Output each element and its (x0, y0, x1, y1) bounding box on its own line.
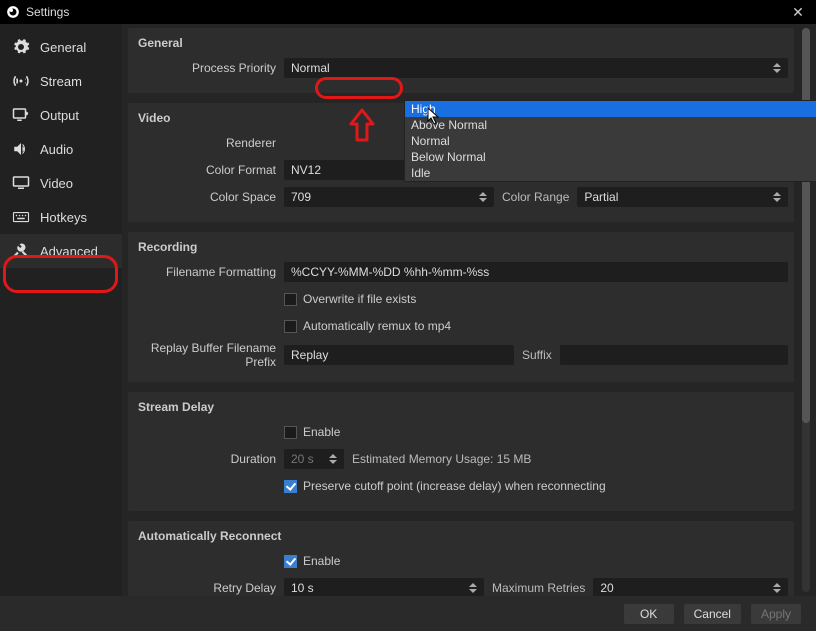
replay-prefix-label: Replay Buffer Filename Prefix (134, 341, 284, 369)
overwrite-checkbox[interactable] (284, 293, 297, 306)
reconnect-enable-label: Enable (303, 554, 340, 568)
input-value: %CCYY-%MM-%DD %hh-%mm-%ss (291, 265, 489, 279)
combo-value: Normal (291, 61, 330, 75)
obs-logo-icon (6, 5, 20, 19)
combo-value: Partial (584, 190, 618, 204)
dropdown-option-normal[interactable]: Normal (405, 133, 816, 149)
scrollbar-thumb[interactable] (802, 28, 810, 423)
process-priority-label: Process Priority (134, 61, 284, 75)
preserve-cutoff-checkbox[interactable] (284, 480, 297, 493)
window-title: Settings (26, 5, 69, 19)
close-icon[interactable]: ✕ (786, 4, 810, 21)
dropdown-option-below-normal[interactable]: Below Normal (405, 149, 816, 165)
retry-delay-label: Retry Delay (134, 581, 284, 595)
monitor-icon (10, 174, 32, 192)
remux-checkbox[interactable] (284, 320, 297, 333)
chevron-updown-icon (469, 579, 481, 596)
cancel-button[interactable]: Cancel (683, 603, 742, 625)
reconnect-enable-checkbox[interactable] (284, 555, 297, 568)
chevron-updown-icon (773, 188, 785, 206)
sidebar-item-label: Hotkeys (40, 210, 87, 225)
renderer-label: Renderer (134, 136, 284, 150)
filename-formatting-input[interactable]: %CCYY-%MM-%DD %hh-%mm-%ss (284, 262, 788, 282)
sidebar-item-label: Audio (40, 142, 73, 157)
stream-delay-enable-checkbox[interactable] (284, 426, 297, 439)
panel-title: Recording (134, 236, 788, 260)
retry-delay-spin[interactable]: 10 s (284, 578, 484, 596)
spin-value: 20 s (291, 452, 314, 466)
panel-title: Automatically Reconnect (134, 525, 788, 549)
panel-general: General Process Priority Normal (128, 28, 794, 93)
ok-button[interactable]: OK (623, 603, 675, 625)
max-retries-label: Maximum Retries (492, 581, 585, 595)
sidebar-item-hotkeys[interactable]: Hotkeys (0, 200, 122, 234)
memory-usage-label: Estimated Memory Usage: 15 MB (352, 452, 531, 466)
spin-value: 10 s (291, 581, 314, 595)
sidebar-item-advanced[interactable]: Advanced (0, 234, 122, 268)
color-range-combo[interactable]: Partial (577, 187, 788, 207)
sidebar-item-label: Video (40, 176, 73, 191)
input-value: Replay (291, 348, 328, 362)
chevron-updown-icon (773, 579, 785, 596)
sidebar-item-video[interactable]: Video (0, 166, 122, 200)
color-space-combo[interactable]: 709 (284, 187, 494, 207)
titlebar: Settings ✕ (0, 0, 816, 24)
duration-spin[interactable]: 20 s (284, 449, 344, 469)
panel-title: General (134, 32, 788, 56)
filename-formatting-label: Filename Formatting (134, 265, 284, 279)
tools-icon (10, 242, 32, 260)
panel-reconnect: Automatically Reconnect Enable Retry Del… (128, 521, 794, 596)
color-format-label: Color Format (134, 163, 284, 177)
sidebar-item-audio[interactable]: Audio (0, 132, 122, 166)
sidebar-item-label: Output (40, 108, 79, 123)
panel-recording: Recording Filename Formatting %CCYY-%MM-… (128, 232, 794, 382)
dropdown-option-high[interactable]: High (405, 101, 816, 117)
sidebar-item-label: Advanced (40, 244, 98, 259)
dropdown-option-above-normal[interactable]: Above Normal (405, 117, 816, 133)
chevron-updown-icon (773, 59, 785, 77)
duration-label: Duration (134, 452, 284, 466)
monitor-arrow-icon (10, 106, 32, 124)
sidebar-item-output[interactable]: Output (0, 98, 122, 132)
color-range-label: Color Range (502, 190, 569, 204)
combo-value: NV12 (291, 163, 321, 177)
color-space-label: Color Space (134, 190, 284, 204)
sidebar-item-label: General (40, 40, 86, 55)
overwrite-label: Overwrite if file exists (303, 292, 416, 306)
stream-delay-enable-label: Enable (303, 425, 340, 439)
dropdown-option-idle[interactable]: Idle (405, 165, 816, 181)
sidebar-item-general[interactable]: General (0, 30, 122, 64)
chevron-updown-icon (479, 188, 491, 206)
process-priority-combo[interactable]: Normal (284, 58, 788, 78)
sidebar-item-label: Stream (40, 74, 82, 89)
suffix-label: Suffix (522, 348, 552, 362)
antenna-icon (10, 72, 32, 90)
max-retries-spin[interactable]: 20 (593, 578, 788, 596)
speaker-icon (10, 140, 32, 158)
apply-button[interactable]: Apply (750, 603, 802, 625)
dialog-footer: OK Cancel Apply (0, 596, 816, 631)
remux-label: Automatically remux to mp4 (303, 319, 451, 333)
panel-stream-delay: Stream Delay Enable Duration 20 s Esti (128, 392, 794, 511)
spin-value: 20 (600, 581, 613, 595)
chevron-updown-icon (329, 450, 341, 468)
replay-prefix-input[interactable]: Replay (284, 345, 514, 365)
suffix-input[interactable] (560, 345, 788, 365)
panel-title: Stream Delay (134, 396, 788, 420)
sidebar-item-stream[interactable]: Stream (0, 64, 122, 98)
preserve-cutoff-label: Preserve cutoff point (increase delay) w… (303, 479, 606, 493)
sidebar: General Stream Output Audio Video Hotkey… (0, 24, 122, 596)
keyboard-icon (10, 208, 32, 226)
combo-value: 709 (291, 190, 311, 204)
process-priority-dropdown[interactable]: High Above Normal Normal Below Normal Id… (404, 100, 816, 182)
gear-icon (10, 38, 32, 56)
